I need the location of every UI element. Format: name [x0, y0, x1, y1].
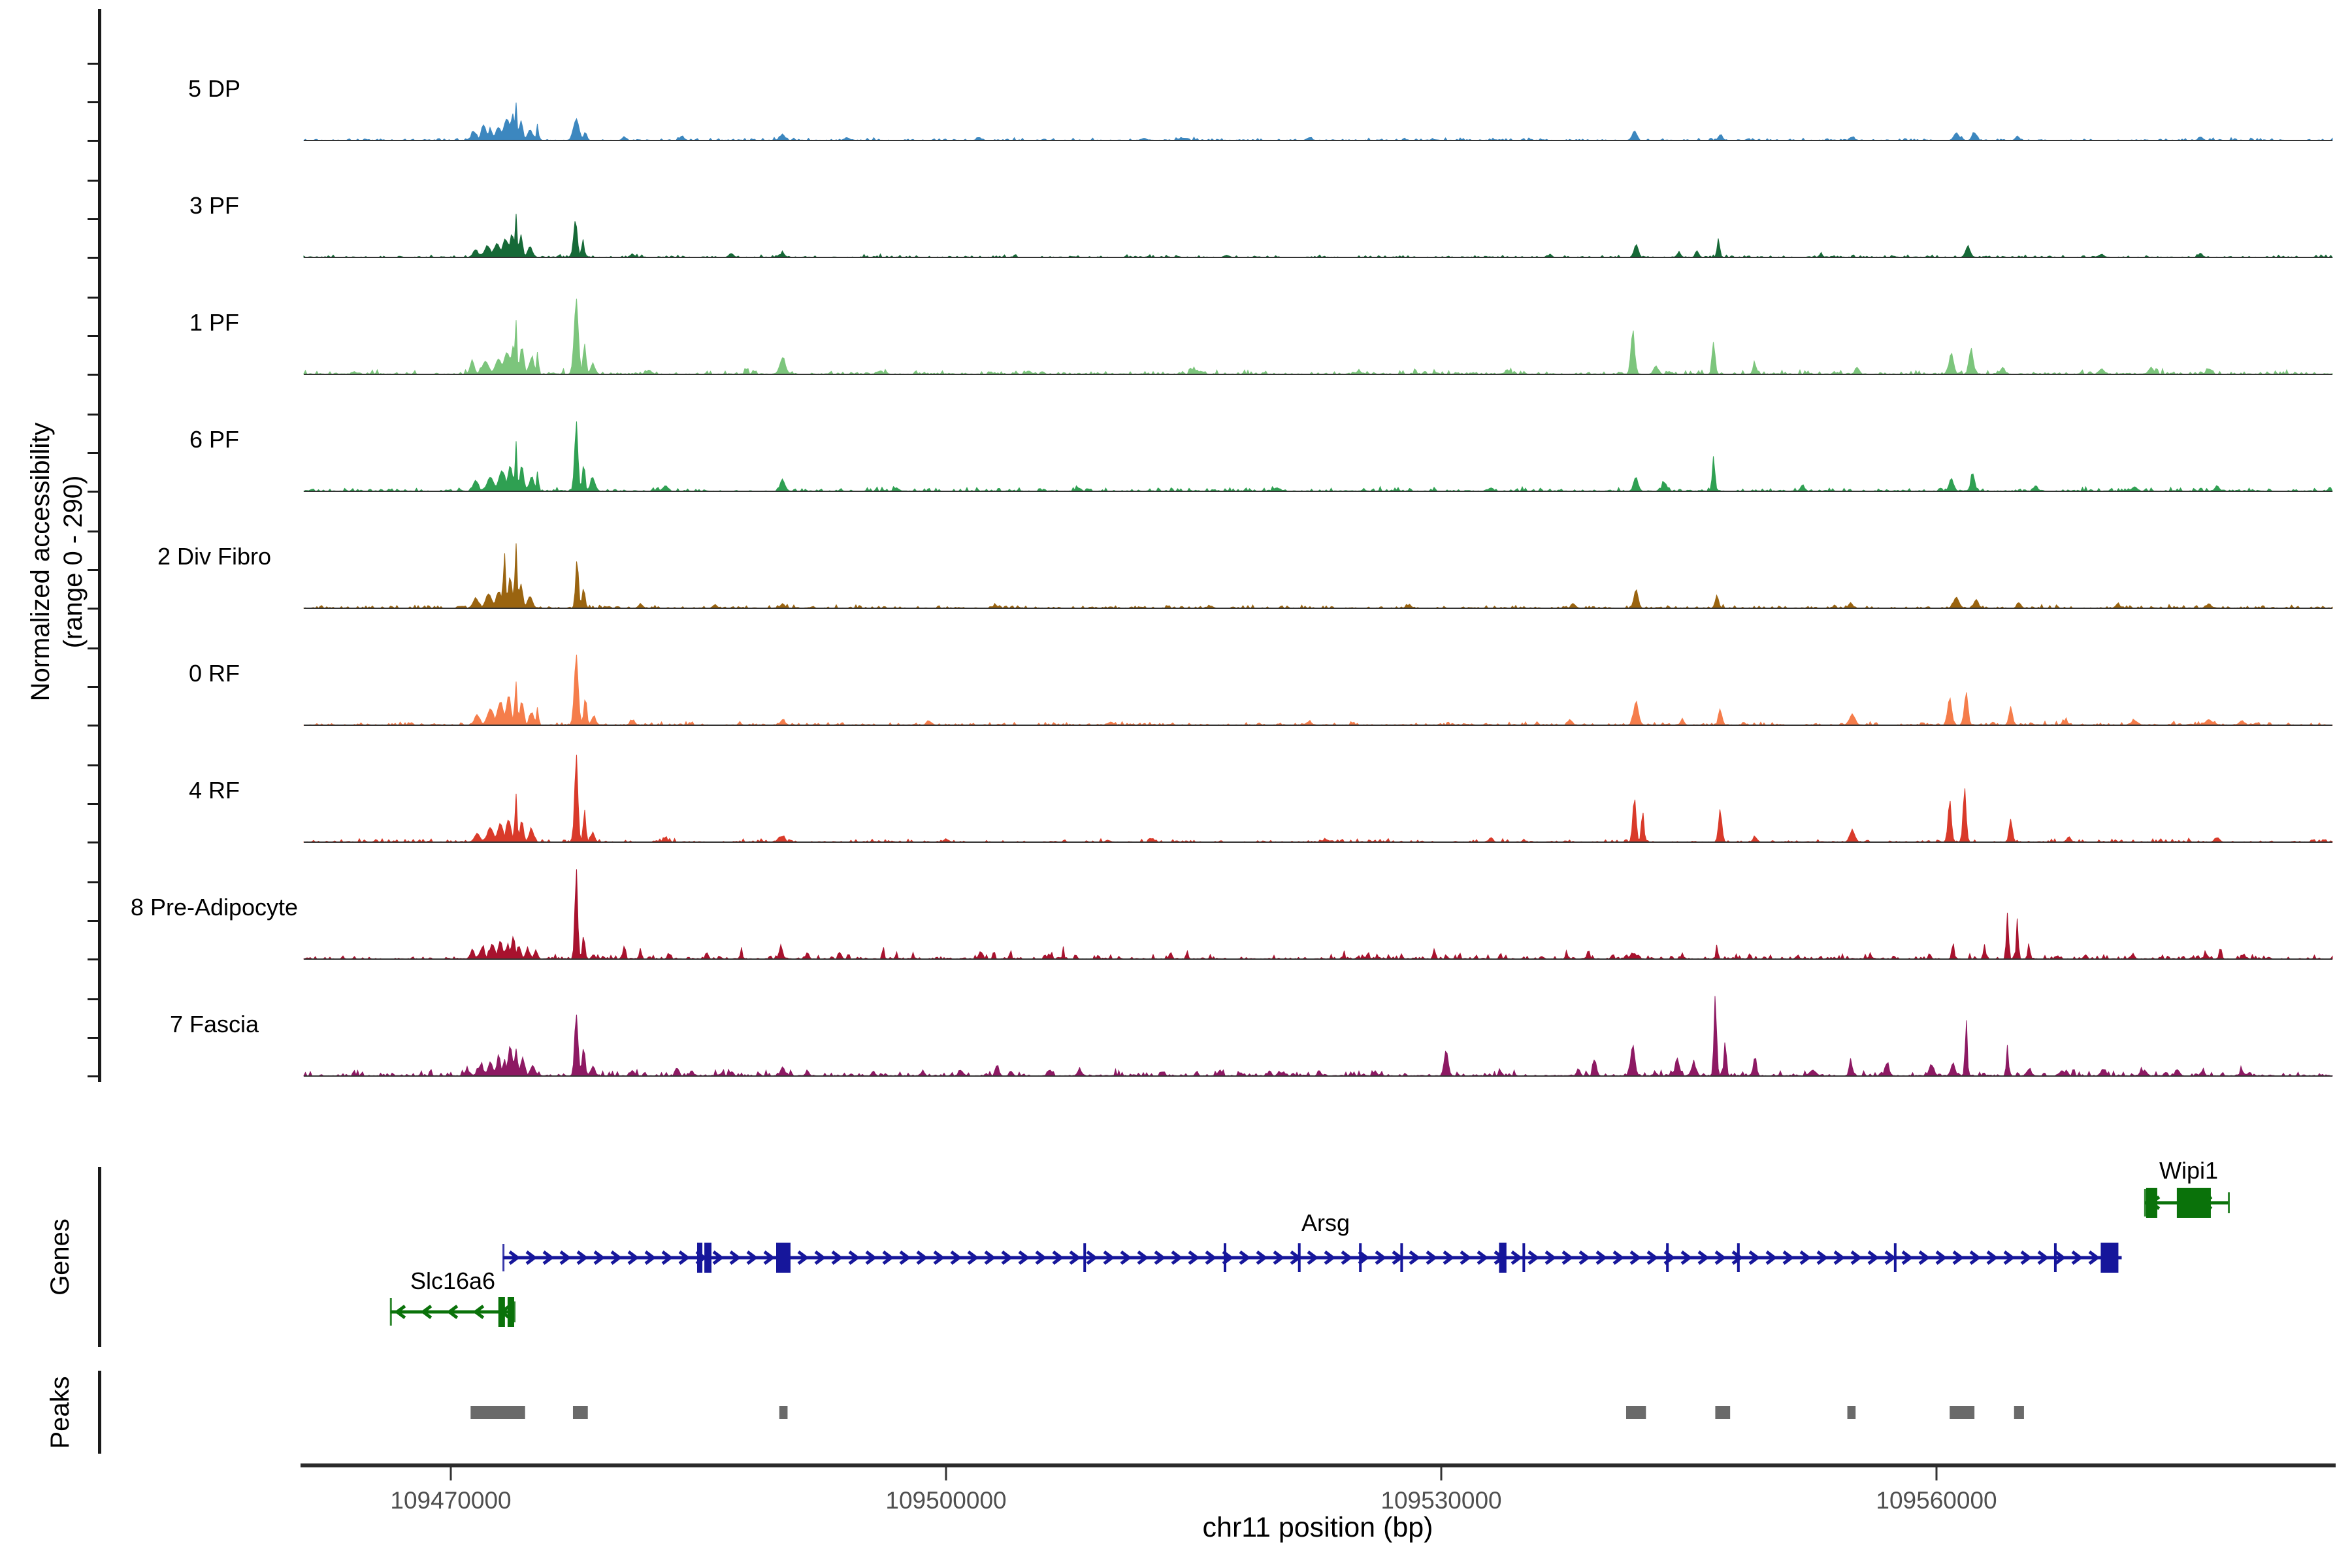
gene-exon-tick — [2054, 1243, 2057, 1272]
track-label-6-pf: 6 PF — [65, 427, 363, 452]
tracks-axis-tick — [88, 881, 99, 883]
tracks-axis-tick — [88, 180, 99, 182]
coverage-track-area-3 — [304, 299, 2332, 374]
x-axis-tick — [945, 1467, 947, 1480]
gene-exon-box — [776, 1243, 791, 1273]
tracks-axis-tick — [88, 491, 99, 493]
x-axis-tick — [1936, 1467, 1938, 1480]
coverage-track-area-2 — [304, 214, 2332, 258]
tracks-axis-tick — [88, 531, 99, 532]
track-label-7-fascia: 7 Fascia — [65, 1012, 363, 1037]
gene-exon-tick — [1894, 1243, 1897, 1272]
tracks-axis-tick — [88, 725, 99, 727]
x-tick-label-109530000: 109530000 — [1380, 1488, 1501, 1514]
gene-exon-box — [697, 1243, 702, 1273]
gene-exon-tick — [1737, 1243, 1740, 1272]
gene-label-slc16a6: Slc16a6 — [410, 1269, 495, 1294]
tracks-axis-tick — [88, 335, 99, 337]
track-label-2-div-fibro: 2 Div Fibro — [65, 544, 363, 569]
gene-exon-tick — [1224, 1243, 1226, 1272]
track-label-3-pf: 3 PF — [65, 193, 363, 218]
peaks-panel-label: Peaks — [46, 1376, 74, 1448]
gene-exon-tick — [1522, 1243, 1525, 1272]
gene-exon-tick — [1359, 1243, 1362, 1272]
x-axis-title: chr11 position (bp) — [1203, 1513, 1433, 1543]
gene-exon-box — [508, 1297, 514, 1327]
track-label-0-rf: 0 RF — [65, 661, 363, 686]
tracks-axis-tick — [88, 920, 99, 922]
gene-exon-tick — [1666, 1243, 1669, 1272]
gene-exon-box — [1499, 1243, 1506, 1273]
coverage-track-area-6 — [304, 655, 2332, 725]
x-axis-tick — [450, 1467, 452, 1480]
gene-label-wipi1: Wipi1 — [2159, 1158, 2218, 1183]
tracks-axis-tick — [88, 257, 99, 259]
genes-panel-label: Genes — [46, 1218, 74, 1296]
gene-exon-box — [2146, 1188, 2157, 1218]
tracks-axis-tick — [88, 647, 99, 649]
peak-interval — [2014, 1406, 2024, 1419]
peak-interval — [1848, 1406, 1856, 1419]
gene-exon-tick — [1298, 1243, 1301, 1272]
x-axis-line — [301, 1463, 2336, 1467]
gene-exon-tick — [1400, 1243, 1403, 1272]
peak-interval — [1950, 1406, 1974, 1419]
gene-exon-box — [704, 1243, 711, 1273]
peak-interval — [779, 1406, 788, 1419]
gene-label-arsg: Arsg — [1301, 1211, 1350, 1235]
tracks-axis-tick — [88, 803, 99, 805]
tracks-axis-tick — [88, 414, 99, 416]
tracks-axis-tick — [88, 140, 99, 142]
tracks-axis-tick — [88, 608, 99, 610]
tracks-axis-tick — [88, 764, 99, 766]
gene-exon-tick — [1083, 1243, 1086, 1272]
tracks-axis-tick — [88, 1075, 99, 1077]
tracks-axis-tick — [88, 63, 99, 65]
tracks-axis-tick — [88, 569, 99, 571]
coverage-track-area-5 — [304, 544, 2332, 608]
coverage-track-area-1 — [304, 103, 2332, 140]
x-tick-label-109560000: 109560000 — [1876, 1488, 1997, 1514]
tracks-axis-tick — [88, 452, 99, 454]
gene-end-bar — [390, 1298, 392, 1326]
tracks-axis-tick — [88, 297, 99, 299]
tracks-axis-tick — [88, 101, 99, 103]
gene-exon-box — [498, 1297, 505, 1327]
x-tick-label-109500000: 109500000 — [885, 1488, 1006, 1514]
track-label-1-pf: 1 PF — [65, 310, 363, 335]
x-tick-label-109470000: 109470000 — [390, 1488, 511, 1514]
gene-exon-box — [2177, 1188, 2211, 1218]
y-axis-label-line1: Normalized accessibility — [27, 423, 54, 702]
gene-end-bar — [2144, 1189, 2146, 1217]
tracks-axis-tick — [88, 841, 99, 843]
tracks-axis-tick — [88, 218, 99, 220]
x-axis-tick — [1441, 1467, 1443, 1480]
gene-end-bar — [502, 1244, 504, 1271]
tracks-axis-tick — [88, 958, 99, 960]
coverage-track-area-8 — [304, 870, 2332, 960]
tracks-axis-tick — [88, 998, 99, 1000]
genes-axis-line — [98, 1167, 101, 1347]
coverage-track-area-4 — [304, 421, 2332, 491]
peak-interval — [1626, 1406, 1646, 1419]
gene-exon-box — [2100, 1243, 2118, 1273]
coverage-plot-figure: Normalized accessibility (range 0 - 290)… — [0, 0, 2352, 1568]
tracks-axis-tick — [88, 686, 99, 688]
peak-interval — [470, 1406, 525, 1419]
track-label-4-rf: 4 RF — [65, 778, 363, 803]
tracks-axis-tick — [88, 374, 99, 376]
peak-interval — [1715, 1406, 1730, 1419]
peak-interval — [573, 1406, 588, 1419]
tracks-axis-tick — [88, 1037, 99, 1039]
coverage-track-area-9 — [304, 996, 2332, 1076]
peaks-axis-line — [98, 1371, 101, 1454]
track-label-5-dp: 5 DP — [65, 76, 363, 101]
track-label-8-pre-adipocyte: 8 Pre-Adipocyte — [65, 895, 363, 920]
gene-end-bar — [2228, 1192, 2230, 1213]
coverage-track-area-7 — [304, 755, 2332, 842]
